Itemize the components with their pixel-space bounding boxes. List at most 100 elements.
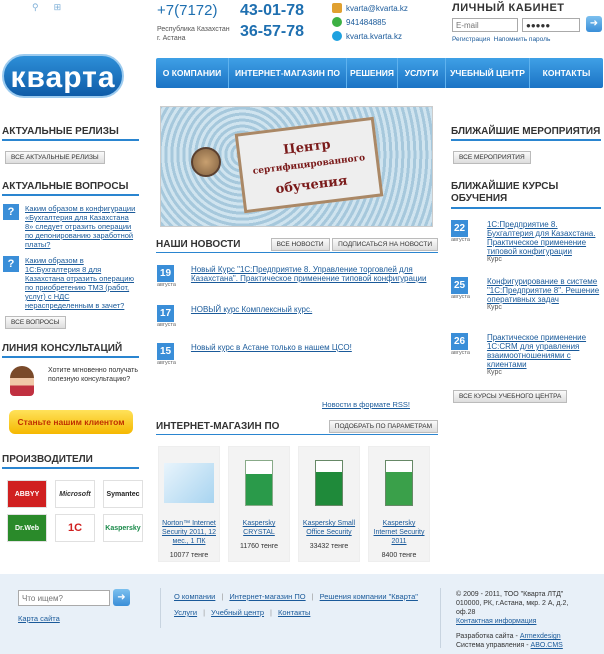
- skype-contact[interactable]: kvarta.kvarta.kz: [332, 31, 402, 41]
- product-name[interactable]: Kaspersky CRYSTAL: [229, 519, 289, 537]
- rss-link[interactable]: Новости в формате RSS!: [322, 400, 410, 409]
- vendor-abbyy[interactable]: ABBYY: [7, 480, 47, 508]
- footer-link-company[interactable]: О компании: [174, 592, 215, 601]
- subscribe-news-button[interactable]: ПОДПИСАТЬСЯ НА НОВОСТИ: [332, 238, 438, 251]
- course-link[interactable]: 1С:Предприятие 8. Бухгалтерия для Казахс…: [487, 220, 603, 256]
- vendor-drweb[interactable]: Dr.Web: [7, 514, 47, 542]
- copyright: © 2009 - 2011, ТОО "Кварта ЛТД": [456, 591, 564, 598]
- vendor-symantec[interactable]: Symantec: [103, 480, 143, 508]
- all-releases-button[interactable]: ВСЕ АКТУАЛЬНЫЕ РЕЛИЗЫ: [5, 151, 105, 164]
- course-day: 25: [451, 277, 468, 294]
- news-day: 17: [157, 305, 174, 322]
- icq-link[interactable]: 941484885: [346, 18, 386, 27]
- product-price: 33432 тенге: [309, 543, 349, 550]
- product-price: 8400 тенге: [381, 552, 417, 559]
- product-price: 10077 тенге: [169, 552, 209, 559]
- email-contact[interactable]: kvarta@kvarta.kz: [332, 3, 408, 13]
- product-card[interactable]: Kaspersky Internet Security 2011 8400 те…: [368, 446, 430, 562]
- email-link[interactable]: kvarta@kvarta.kz: [346, 4, 408, 13]
- all-events-button[interactable]: ВСЕ МЕРОПРИЯТИЯ: [453, 151, 531, 164]
- login-button[interactable]: ➜: [586, 16, 602, 32]
- remind-password-link[interactable]: Напомнить пароль: [494, 36, 551, 43]
- nav-item-solutions[interactable]: РЕШЕНИЯ: [347, 58, 398, 88]
- vendor-1c[interactable]: 1С: [55, 514, 95, 542]
- product-name[interactable]: Kaspersky Small Office Security: [299, 519, 359, 537]
- icq-icon: [332, 17, 342, 27]
- vendors-title: ПРОИЗВОДИТЕЛИ: [2, 454, 139, 469]
- course-type: Курс: [486, 369, 502, 376]
- news-link[interactable]: Новый Курс "1С:Предприятие 8. Управление…: [191, 265, 439, 288]
- phone-2: 36-57-78: [240, 23, 305, 40]
- question-link[interactable]: Каким образом в конфигурации «Бухгалтери…: [25, 204, 137, 249]
- contact-info-link[interactable]: Контактная информация: [456, 618, 536, 625]
- icq-contact[interactable]: 941484885: [332, 17, 386, 27]
- divider: [156, 434, 438, 435]
- shop-header: ИНТЕРНЕТ-МАГАЗИН ПО ПОДОБРАТЬ ПО ПАРАМЕТ…: [156, 420, 438, 433]
- nav-item-training[interactable]: УЧЕБНЫЙ ЦЕНТР: [446, 58, 530, 88]
- footer-link-shop[interactable]: Интернет-магазин ПО: [229, 592, 305, 601]
- product-image: [233, 453, 285, 513]
- nav-item-company[interactable]: О КОМПАНИИ: [156, 58, 229, 88]
- developer-link[interactable]: Armexdesign: [520, 633, 561, 640]
- footer-info: © 2009 - 2011, ТОО "Кварта ЛТД" 010000, …: [456, 590, 602, 650]
- search-icon[interactable]: ⚲: [32, 2, 39, 12]
- footer-link-contacts[interactable]: Контакты: [278, 608, 310, 617]
- region: Республика Казахстан г. Астана: [157, 26, 230, 42]
- questions-title: АКТУАЛЬНЫЕ ВОПРОСЫ: [2, 181, 139, 196]
- skype-link[interactable]: kvarta.kvarta.kz: [346, 32, 402, 41]
- course-day: 22: [451, 220, 468, 237]
- news-day: 19: [157, 265, 174, 282]
- register-link[interactable]: Регистрация: [452, 36, 490, 43]
- all-news-button[interactable]: ВСЕ НОВОСТИ: [270, 238, 330, 251]
- logo[interactable]: кварта: [2, 54, 124, 98]
- become-client-button[interactable]: Станьте нашим клиентом: [9, 410, 133, 434]
- search-button[interactable]: ➜: [113, 589, 130, 606]
- all-courses-button[interactable]: ВСЕ КУРСЫ УЧЕБНОГО ЦЕНТРА: [453, 390, 568, 403]
- product-card[interactable]: Kaspersky CRYSTAL 11760 тенге: [228, 446, 290, 562]
- product-image: [303, 453, 355, 513]
- question-link[interactable]: Каким образом в 1С:Бухгалтерия 8 для Каз…: [25, 256, 137, 310]
- footer-links-row2: Услуги | Учебный центр | Контакты: [174, 608, 311, 617]
- news-title: НАШИ НОВОСТИ: [156, 239, 241, 250]
- product-name[interactable]: Kaspersky Internet Security 2011: [369, 519, 429, 546]
- footer-link-services[interactable]: Услуги: [174, 608, 197, 617]
- footer-links-row1: О компании | Интернет-магазин ПО | Решения…: [174, 592, 418, 601]
- training-center-banner[interactable]: Центр сертифицированного обучения: [160, 106, 433, 227]
- nav-item-contacts[interactable]: КОНТАКТЫ: [530, 58, 603, 88]
- list-item[interactable]: ? Каким образом в конфигурации «Бухгалте…: [3, 204, 139, 249]
- product-card[interactable]: Norton™ Internet Security 2011, 12 мес.,…: [158, 446, 220, 562]
- footer-link-solutions[interactable]: Решения компании "Кварта": [320, 592, 418, 601]
- course-day: 26: [451, 333, 468, 350]
- course-type: Курс: [486, 304, 502, 311]
- events-title: БЛИЖАЙШИЕ МЕРОПРИЯТИЯ: [451, 126, 601, 141]
- sitemap-link[interactable]: Карта сайта: [18, 614, 60, 623]
- nav-item-services[interactable]: УСЛУГИ: [398, 58, 446, 88]
- course-link[interactable]: Практическое применение 1С:CRM для управ…: [487, 333, 603, 369]
- vendor-microsoft[interactable]: Microsoft: [55, 480, 95, 508]
- header-utility-icons[interactable]: ⚲ ⊞: [32, 2, 61, 13]
- password-field[interactable]: [522, 18, 580, 32]
- email-field[interactable]: [452, 18, 518, 32]
- main-nav: О КОМПАНИИ ИНТЕРНЕТ-МАГАЗИН ПО РЕШЕНИЯ У…: [156, 58, 603, 88]
- filter-params-button[interactable]: ПОДОБРАТЬ ПО ПАРАМЕТРАМ: [328, 420, 438, 433]
- footer-link-training[interactable]: Учебный центр: [211, 608, 264, 617]
- news-item: 15 августа Новый курс в Астане только в н…: [157, 343, 439, 366]
- news-link[interactable]: Новый курс в Астане только в нашем ЦСО!: [191, 343, 439, 366]
- address: 010000, РК, г.Астана, мкр. 2 А, д.2,: [456, 600, 569, 607]
- list-item[interactable]: ? Каким образом в 1С:Бухгалтерия 8 для К…: [3, 256, 139, 310]
- vendor-kaspersky[interactable]: Kaspersky: [103, 514, 143, 542]
- news-link[interactable]: НОВЫЙ курс Комплексный курс.: [191, 305, 439, 328]
- sitemap-icon[interactable]: ⊞: [54, 2, 62, 12]
- cms-link[interactable]: ABO.CMS: [531, 642, 563, 649]
- all-questions-button[interactable]: ВСЕ ВОПРОСЫ: [5, 316, 66, 329]
- consult-text: Хотите мгновенно получать полезную консу…: [48, 367, 138, 383]
- divider: [160, 588, 161, 628]
- product-name[interactable]: Norton™ Internet Security 2011, 12 мес.,…: [159, 519, 219, 546]
- cabinet-links: Регистрация Напомнить пароль: [452, 36, 550, 43]
- button-decor: [191, 147, 221, 177]
- consult-title: ЛИНИЯ КОНСУЛЬТАЦИЙ: [2, 343, 139, 358]
- course-link[interactable]: Конфигурирование в системе "1С:Предприят…: [487, 277, 603, 304]
- product-card[interactable]: Kaspersky Small Office Security 33432 те…: [298, 446, 360, 562]
- search-input[interactable]: [18, 590, 110, 606]
- nav-item-shop[interactable]: ИНТЕРНЕТ-МАГАЗИН ПО: [229, 58, 347, 88]
